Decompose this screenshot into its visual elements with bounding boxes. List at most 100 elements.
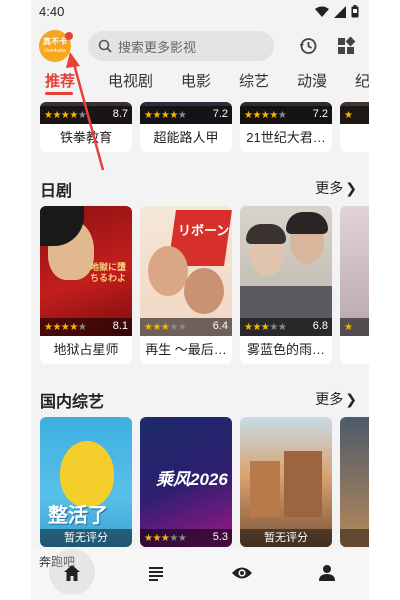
poster: ★★★★★ 6.8 — [240, 206, 332, 336]
nav-profile[interactable] — [315, 561, 339, 585]
section-title: 国内综艺 — [40, 394, 105, 411]
rating-bar: ★ — [340, 106, 369, 124]
score: 6.8 — [312, 320, 328, 332]
more-label: 更多 — [315, 180, 344, 196]
video-card[interactable]: ★★★★★ 8.7 铁拳教育 — [40, 102, 132, 152]
status-bar: 4:40 — [31, 0, 369, 24]
poster: 整活了 暂无评分 — [40, 417, 132, 547]
card-title: 超能路人甲 — [153, 130, 219, 145]
tab-tv-series[interactable]: 电视剧 — [108, 70, 153, 91]
nav-list[interactable] — [144, 561, 168, 585]
score: 8.1 — [112, 320, 128, 332]
wifi-icon — [315, 6, 329, 17]
video-card[interactable]: ★★★★★ 6.8 雾蓝色的雨… — [240, 206, 332, 364]
video-card[interactable]: ★★★★★ 7.2 超能路人甲 — [140, 102, 232, 152]
poster-building — [250, 461, 280, 517]
tab-movie[interactable]: 电影 — [181, 70, 211, 91]
nav-watch[interactable] — [230, 561, 254, 585]
score: 6.4 — [212, 320, 228, 332]
active-tab-indicator — [45, 92, 73, 95]
video-card[interactable]: ★ 伪装 — [340, 206, 369, 364]
video-card[interactable]: 整活了 暂无评分 — [40, 417, 132, 547]
score: 5.3 — [212, 531, 228, 543]
search-placeholder: 搜索更多影视 — [118, 39, 197, 55]
poster: 乘风2026 ★★★★★ 5.3 — [140, 417, 232, 547]
star-rating: ★★★★★ — [144, 321, 187, 333]
tab-variety[interactable]: 综艺 — [239, 70, 269, 91]
history-icon[interactable] — [298, 36, 318, 56]
poster: 暂无评分 — [240, 417, 332, 547]
poster-hair — [286, 212, 328, 234]
poster-building — [284, 451, 322, 517]
rating-bar: ★★★★★ 5.3 — [140, 529, 232, 547]
category-tabs: 推荐 电视剧 电影 综艺 动漫 纪 — [31, 68, 369, 95]
poster-hair — [246, 224, 286, 244]
tab-anime[interactable]: 动漫 — [297, 70, 327, 91]
score: 8.7 — [112, 108, 128, 120]
star-rating: ★★★★★ — [244, 109, 287, 121]
system-icons — [315, 5, 359, 18]
search-bar[interactable]: 搜索更多影视 — [88, 31, 274, 61]
poster-face — [184, 268, 224, 314]
tab-recommend[interactable]: 推荐 — [45, 70, 75, 91]
rating-bar: ★★★★★ 6.4 — [140, 318, 232, 336]
no-rating-label: 暂 — [340, 529, 369, 547]
video-card[interactable]: リボーン ★★★★★ 6.4 再生 ～最后… — [140, 206, 232, 364]
list-icon — [149, 567, 163, 581]
poster-text: 整活了 — [48, 505, 108, 527]
score: 7.2 — [312, 108, 328, 120]
poster: ★ — [340, 206, 369, 336]
poster-mascot — [60, 441, 114, 507]
poster: 地獄に墮ちるわよ ★★★★★ 8.1 — [40, 206, 132, 336]
video-card[interactable]: 暂 — [340, 417, 369, 547]
eye-icon — [232, 567, 252, 579]
star-rating: ★★★★★ — [144, 532, 187, 544]
card-title: 21世纪大君… — [246, 130, 326, 145]
rating-bar: ★★★★★ 8.7 — [40, 106, 132, 124]
app-screen: 4:40 真不卡 zhenbuka 搜索更多影视 推荐 电视剧 电影 综艺 动漫… — [31, 0, 369, 600]
poster: 暂 — [340, 417, 369, 547]
card-title: 铁拳教育 — [59, 130, 112, 145]
rating-bar: ★★★★★ 8.1 — [40, 318, 132, 336]
more-button[interactable]: 更多 ❯ — [315, 389, 357, 409]
no-rating-label: 暂无评分 — [240, 529, 332, 547]
star-rating: ★★★★★ — [44, 321, 87, 333]
tab-documentary[interactable]: 纪 — [355, 70, 369, 91]
video-card[interactable]: 地獄に墮ちるわよ ★★★★★ 8.1 地狱占星师 — [40, 206, 132, 364]
category-grid-icon[interactable] — [336, 36, 356, 56]
more-button[interactable]: 更多 ❯ — [315, 178, 357, 198]
top-header: 真不卡 zhenbuka 搜索更多影视 — [31, 24, 369, 68]
bottom-navigation: 奔跑吧 — [31, 549, 369, 600]
logo-subtext: zhenbuka — [44, 48, 66, 54]
chevron-right-icon: ❯ — [345, 390, 357, 407]
more-label: 更多 — [315, 391, 344, 407]
card-title: 努力 — [340, 124, 369, 152]
person-icon — [319, 565, 335, 581]
card-title: 雾蓝色的雨… — [246, 342, 325, 357]
video-card[interactable]: 乘风2026 ★★★★★ 5.3 — [140, 417, 232, 547]
nav-home[interactable] — [60, 561, 84, 585]
poster-face — [148, 246, 188, 296]
poster: ★★★★★ 7.2 — [240, 102, 332, 124]
battery-icon — [351, 5, 359, 18]
star-rating: ★ — [344, 109, 353, 121]
video-card[interactable]: ★★★★★ 7.2 21世纪大君… — [240, 102, 332, 152]
rating-bar: ★★★★★ 6.8 — [240, 318, 332, 336]
poster: ★ — [340, 102, 369, 124]
search-icon — [98, 39, 112, 53]
notification-dot — [65, 32, 73, 40]
star-rating: ★★★★★ — [244, 321, 287, 333]
video-card[interactable]: 暂无评分 — [240, 417, 332, 547]
home-icon — [64, 565, 80, 581]
star-rating: ★★★★★ — [144, 109, 187, 121]
star-rating: ★★★★★ — [44, 109, 87, 121]
card-title: 伪装 — [340, 336, 369, 364]
star-rating: ★ — [344, 321, 353, 333]
poster: リボーン ★★★★★ 6.4 — [140, 206, 232, 336]
card-title: 再生 ～最后… — [145, 342, 227, 357]
video-card[interactable]: ★ 努力 — [340, 102, 369, 152]
card-title: 地狱占星师 — [53, 342, 119, 357]
poster: ★★★★★ 8.7 — [40, 102, 132, 124]
poster: ★★★★★ 7.2 — [140, 102, 232, 124]
rating-bar: ★★★★★ 7.2 — [240, 106, 332, 124]
